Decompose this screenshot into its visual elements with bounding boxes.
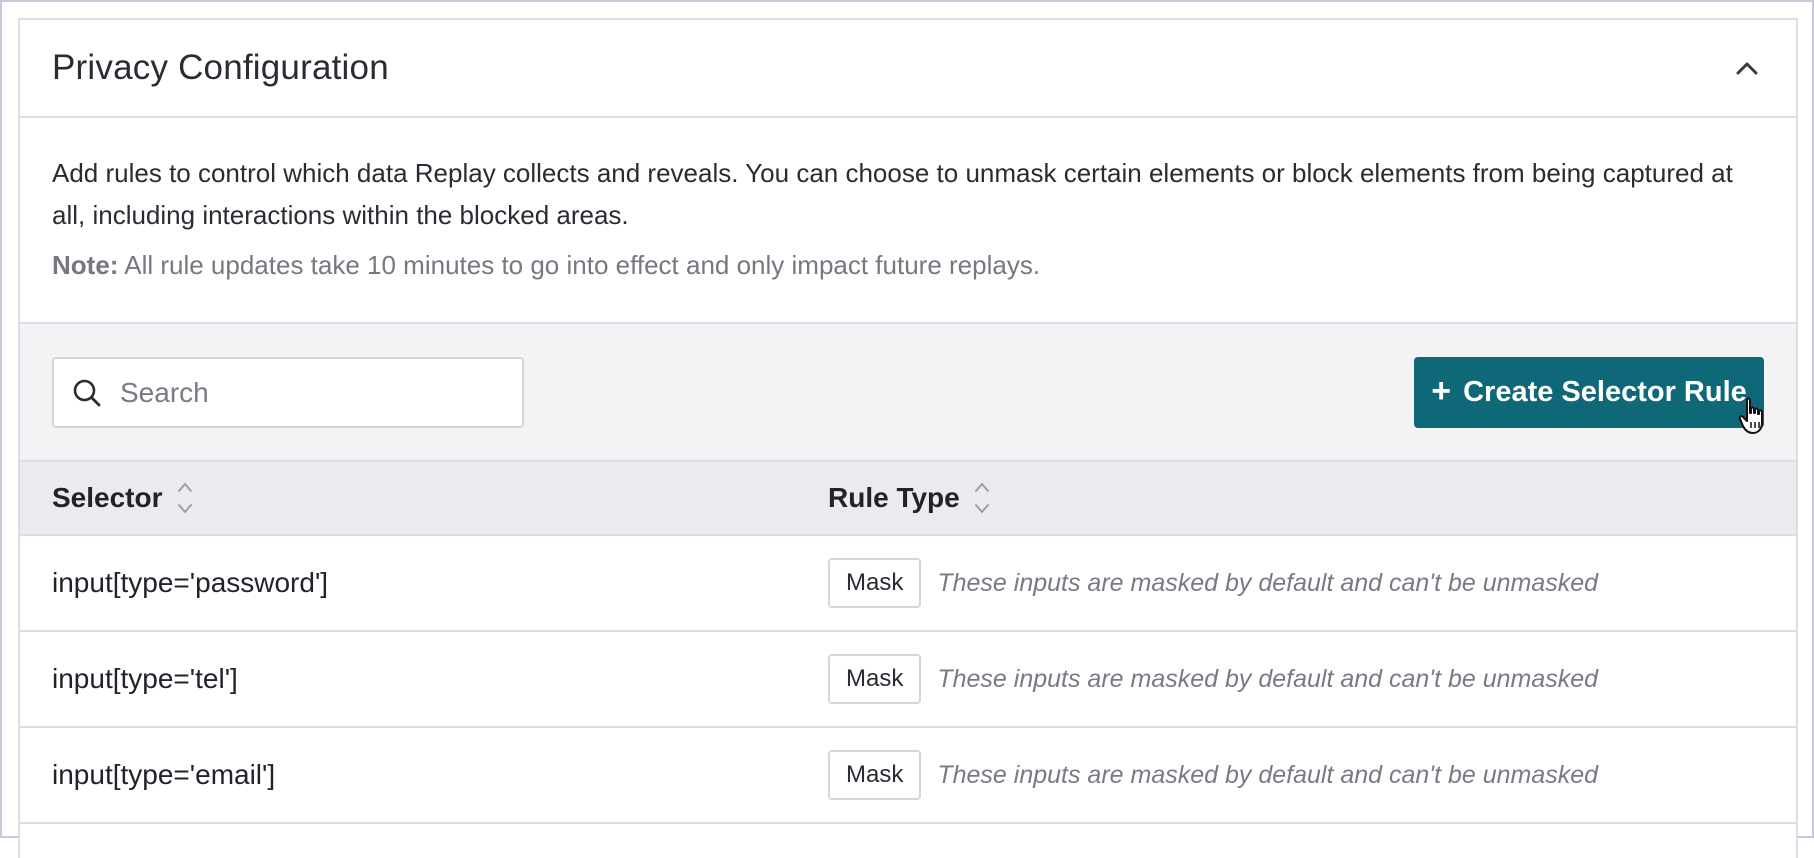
column-header-rule-type[interactable]: Rule Type — [828, 479, 990, 517]
note-body: All rule updates take 10 minutes to go i… — [118, 250, 1041, 280]
column-header-selector-label: Selector — [52, 482, 163, 513]
rule-note: These inputs are masked by default and c… — [937, 568, 1599, 597]
search-input[interactable] — [120, 376, 500, 409]
table-row: input[type='email'] Mask These inputs ar… — [20, 728, 1796, 824]
chevron-up-icon — [1736, 62, 1758, 75]
selector-cell: input[type='tel'] — [52, 663, 238, 694]
rule-type-cell: Mask These inputs are masked by default … — [828, 750, 1598, 800]
sort-icon[interactable] — [974, 479, 990, 517]
hand-pointer-cursor-icon — [1738, 397, 1763, 434]
rule-note: These inputs are masked by default and c… — [937, 664, 1599, 693]
create-selector-rule-button[interactable]: + Create Selector Rule — [1414, 357, 1764, 428]
rule-type-cell: Mask These inputs are masked by default … — [828, 654, 1598, 704]
note-text: Note: All rule updates take 10 minutes t… — [52, 250, 1764, 281]
collapse-button[interactable] — [1730, 51, 1764, 85]
sort-icon[interactable] — [177, 479, 193, 517]
panel-title: Privacy Configuration — [52, 48, 389, 87]
rule-type-badge: Mask — [828, 558, 922, 608]
search-box[interactable] — [52, 357, 524, 428]
table-row: input[type='tel'] Mask These inputs are … — [20, 632, 1796, 728]
window-frame: Privacy Configuration Add rules to contr… — [0, 0, 1814, 858]
panel-header[interactable]: Privacy Configuration — [20, 20, 1796, 118]
description-text: Add rules to control which data Replay c… — [52, 158, 1733, 230]
column-header-rule-type-label: Rule Type — [828, 482, 960, 513]
note-label: Note: — [52, 250, 119, 280]
selector-cell: input[type='email'] — [52, 759, 276, 790]
table-toolbar: + Create Selector Rule — [20, 324, 1796, 462]
table-header: Selector Rule Type — [20, 462, 1796, 536]
selector-cell: input[type='password'] — [52, 567, 329, 598]
rule-type-badge: Mask — [828, 654, 922, 704]
rule-type-cell: Mask These inputs are masked by default … — [828, 558, 1598, 608]
create-selector-rule-label: Create Selector Rule — [1463, 376, 1747, 408]
rule-type-badge: Mask — [828, 750, 922, 800]
search-icon — [73, 379, 101, 406]
plus-icon: + — [1431, 372, 1452, 410]
privacy-configuration-panel: Privacy Configuration Add rules to contr… — [18, 18, 1798, 858]
table-row: input[type='password'] Mask These inputs… — [20, 536, 1796, 632]
description-section: Add rules to control which data Replay c… — [20, 118, 1796, 324]
column-header-selector[interactable]: Selector — [52, 479, 193, 517]
rule-note: These inputs are masked by default and c… — [937, 760, 1599, 789]
